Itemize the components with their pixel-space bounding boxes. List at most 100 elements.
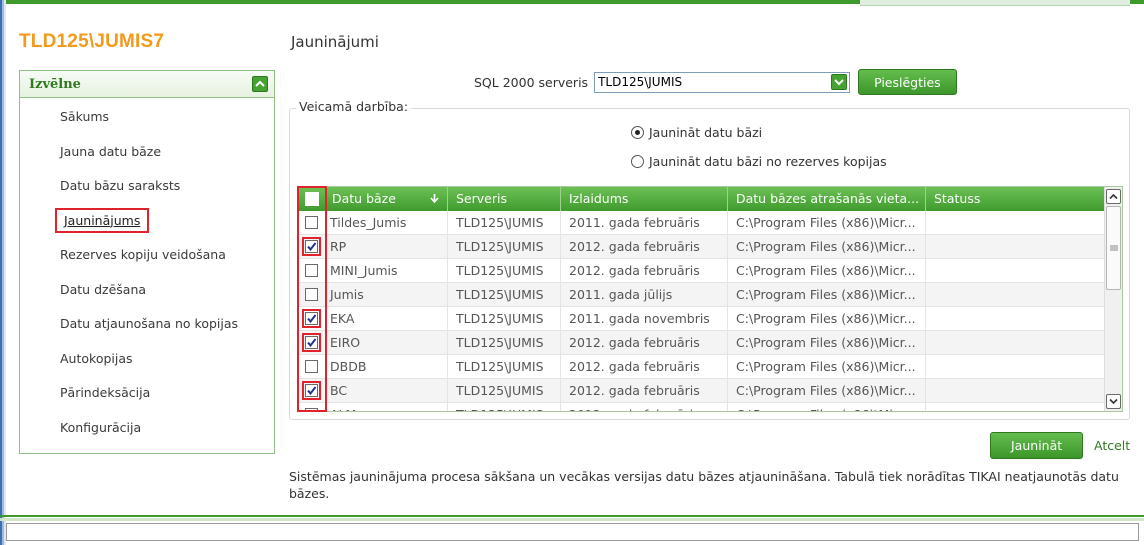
sidebar-item[interactable]: Rezerves kopiju veidošana bbox=[20, 238, 274, 273]
row-select-cell[interactable] bbox=[298, 235, 326, 258]
sidebar-item[interactable]: Konfigurācija bbox=[20, 411, 274, 446]
radio-selected-dot bbox=[635, 130, 640, 135]
cell-path: C:\Program Files (x86)\Micr... bbox=[728, 259, 926, 282]
row-checkbox[interactable] bbox=[302, 237, 321, 256]
cell-server: TLD125\JUMIS bbox=[448, 331, 561, 354]
row-select-cell[interactable] bbox=[298, 403, 326, 411]
column-header-status[interactable]: Statuss bbox=[926, 187, 1122, 211]
bottom-divider-light bbox=[0, 518, 1144, 521]
sidebar-item[interactable]: Pārindeksācija bbox=[20, 376, 274, 411]
radio-update-from-backup[interactable]: Jaunināt datu bāzi no rezerves kopijas bbox=[631, 154, 887, 169]
row-checkbox[interactable] bbox=[305, 288, 318, 301]
cell-status bbox=[926, 283, 1106, 306]
connect-button[interactable]: Pieslēgties bbox=[858, 69, 957, 95]
cell-status bbox=[926, 331, 1106, 354]
column-header-path[interactable]: Datu bāzes atrašanās vieta... bbox=[728, 187, 926, 211]
grid-body: Tildes_Jumis TLD125\JUMIS 2011. gada febru… bbox=[298, 211, 1106, 411]
scroll-thumb[interactable] bbox=[1106, 206, 1121, 290]
sidebar-item[interactable]: Datu atjaunošana no kopijas bbox=[20, 307, 274, 342]
server-select[interactable]: TLD125\JUMIS bbox=[594, 71, 851, 93]
table-row[interactable]: Jumis TLD125\JUMIS 2011. gada jūlijs C:\Pro… bbox=[298, 283, 1106, 307]
table-row[interactable]: DBDB TLD125\JUMIS 2012. gada februāris C:\P… bbox=[298, 355, 1106, 379]
sidebar-item[interactable]: Autokopijas bbox=[20, 342, 274, 377]
sidebar-item[interactable]: Jauna datu bāze bbox=[20, 135, 274, 170]
sidebar-item-label: Jauna datu bāze bbox=[60, 143, 162, 159]
chevron-down-icon[interactable] bbox=[831, 74, 848, 90]
row-checkbox[interactable] bbox=[302, 309, 321, 328]
column-label: Datu bāze bbox=[332, 191, 396, 206]
action-legend: Veicamā darbība: bbox=[296, 99, 412, 114]
update-button[interactable]: Jaunināt bbox=[990, 432, 1084, 459]
cell-db: ALM bbox=[326, 403, 448, 411]
row-select-cell[interactable] bbox=[298, 379, 326, 402]
cell-status bbox=[926, 355, 1106, 378]
cell-path: C:\Program Files (x86)\Micr... bbox=[728, 307, 926, 330]
sidebar-item[interactable]: Jauninājums bbox=[20, 204, 274, 239]
header-select-all[interactable] bbox=[298, 187, 326, 211]
row-select-cell[interactable] bbox=[298, 283, 326, 306]
app-title: TLD125\JUMIS7 bbox=[19, 31, 165, 52]
sidebar-item[interactable]: Sākums bbox=[20, 100, 274, 135]
column-header-release[interactable]: Izlaidums bbox=[561, 187, 728, 211]
sidebar-title: Izvēlne bbox=[29, 76, 81, 92]
cancel-link[interactable]: Atcelt bbox=[1094, 438, 1130, 453]
page-title: Jauninājumi bbox=[291, 33, 379, 51]
row-checkbox[interactable] bbox=[305, 408, 318, 411]
cell-server: TLD125\JUMIS bbox=[448, 283, 561, 306]
row-checkbox[interactable] bbox=[305, 360, 318, 373]
server-row: SQL 2000 serveris TLD125\JUMIS Pieslēgti… bbox=[474, 69, 957, 95]
sidebar-item-label: Pārindeksācija bbox=[60, 385, 151, 400]
table-row[interactable]: RP TLD125\JUMIS 2012. gada februāris C:\Pro… bbox=[298, 235, 1106, 259]
cell-path: C:\Program Files (x86)\Micr... bbox=[728, 403, 926, 411]
cell-status bbox=[926, 235, 1106, 258]
sidebar-item-label: Datu atjaunošana no kopijas bbox=[60, 316, 239, 331]
table-row[interactable]: BC TLD125\JUMIS 2012. gada februāris C:\Pro… bbox=[298, 379, 1106, 403]
cell-path: C:\Program Files (x86)\Micr... bbox=[728, 379, 926, 402]
cell-db: EKA bbox=[326, 307, 448, 330]
row-select-cell[interactable] bbox=[298, 307, 326, 330]
chevron-up-icon[interactable] bbox=[252, 76, 268, 92]
radio-update-db[interactable]: Jaunināt datu bāzi bbox=[631, 125, 762, 140]
row-checkbox[interactable] bbox=[302, 333, 321, 352]
sidebar-header: Izvēlne bbox=[20, 71, 274, 98]
row-select-cell[interactable] bbox=[298, 331, 326, 354]
cell-server: TLD125\JUMIS bbox=[448, 235, 561, 258]
cell-server: TLD125\JUMIS bbox=[448, 403, 561, 411]
select-all-checkbox[interactable] bbox=[304, 192, 319, 206]
scroll-up-icon[interactable] bbox=[1106, 189, 1121, 204]
radio-label: Jaunināt datu bāzi no rezerves kopijas bbox=[649, 154, 887, 169]
radio-button[interactable] bbox=[631, 126, 644, 139]
row-checkbox[interactable] bbox=[305, 264, 318, 277]
table-row[interactable]: EKA TLD125\JUMIS 2011. gada novembris C:\Pr… bbox=[298, 307, 1106, 331]
info-text: Sistēmas jauninājuma procesa sākšana un … bbox=[289, 469, 1119, 501]
cell-release: 2012. gada februāris bbox=[561, 403, 728, 411]
server-select-value: TLD125\JUMIS bbox=[598, 75, 683, 89]
row-checkbox[interactable] bbox=[302, 381, 321, 400]
row-select-cell[interactable] bbox=[298, 259, 326, 282]
cell-server: TLD125\JUMIS bbox=[448, 307, 561, 330]
arrow-down-icon bbox=[430, 187, 439, 211]
cell-db: RP bbox=[326, 235, 448, 258]
sidebar-item[interactable]: Datu dzēšana bbox=[20, 273, 274, 308]
table-row[interactable]: MINI_Jumis TLD125\JUMIS 2012. gada februār… bbox=[298, 259, 1106, 283]
table-row[interactable]: EIRO TLD125\JUMIS 2012. gada februāris C:\P… bbox=[298, 331, 1106, 355]
column-header-server[interactable]: Serveris bbox=[448, 187, 561, 211]
row-select-cell[interactable] bbox=[298, 211, 326, 234]
cell-path: C:\Program Files (x86)\Micr... bbox=[728, 331, 926, 354]
sidebar-item[interactable]: Datu bāzu saraksts bbox=[20, 169, 274, 204]
scroll-down-icon[interactable] bbox=[1106, 394, 1121, 409]
table-row[interactable]: Tildes_Jumis TLD125\JUMIS 2011. gada febru… bbox=[298, 211, 1106, 235]
cell-path: C:\Program Files (x86)\Micr... bbox=[728, 235, 926, 258]
cell-server: TLD125\JUMIS bbox=[448, 355, 561, 378]
left-window-edge bbox=[0, 0, 6, 545]
database-grid: Datu bāze Serveris Izlaidums Datu bāzes … bbox=[297, 186, 1123, 412]
row-checkbox[interactable] bbox=[305, 216, 318, 229]
cell-release: 2012. gada februāris bbox=[561, 235, 728, 258]
sidebar-item-label: Datu dzēšana bbox=[60, 281, 147, 297]
column-header-db[interactable]: Datu bāze bbox=[326, 187, 448, 211]
grid-scrollbar[interactable] bbox=[1104, 187, 1122, 411]
radio-button[interactable] bbox=[631, 155, 644, 168]
row-select-cell[interactable] bbox=[298, 355, 326, 378]
sidebar-item-label: Jauninājums bbox=[54, 207, 150, 233]
table-row[interactable]: ALMTLD125\JUMIS2012. gada februārisC:\Pr… bbox=[298, 403, 1106, 411]
